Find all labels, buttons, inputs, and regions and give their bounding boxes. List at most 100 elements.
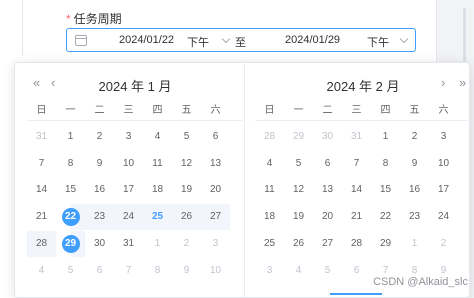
day-cell[interactable]: 12 (172, 151, 201, 177)
start-ampm-select[interactable]: 下午 (187, 34, 209, 50)
day-cell[interactable]: 14 (342, 177, 371, 203)
day-number: 13 (321, 184, 334, 196)
day-cell[interactable]: 23 (400, 204, 429, 230)
day-cell[interactable]: 9 (85, 151, 114, 177)
selected-end-day[interactable]: 29 (56, 230, 85, 257)
day-cell[interactable]: 28 (342, 231, 371, 257)
day-cell[interactable]: 13 (313, 177, 342, 203)
day-cell[interactable]: 12 (284, 177, 313, 203)
day-cell[interactable]: 8 (56, 151, 85, 177)
day-number: 11 (264, 184, 275, 196)
day-cell[interactable]: 15 (56, 177, 85, 203)
end-date-input[interactable]: 2024/01/29 (285, 34, 340, 46)
day-cell[interactable]: 21 (27, 204, 56, 230)
day-cell[interactable]: 3 (429, 124, 458, 150)
day-cell[interactable]: 10 (429, 151, 458, 177)
day-cell[interactable]: 11 (255, 177, 284, 203)
day-number: 25 (263, 237, 276, 249)
day-number: 16 (408, 184, 421, 196)
day-cell[interactable]: 2 (400, 124, 429, 150)
day-cell[interactable]: 16 (400, 177, 429, 203)
day-cell[interactable]: 2 (172, 231, 201, 257)
day-cell[interactable]: 31 (342, 124, 371, 150)
day-cell[interactable]: 24 (114, 204, 143, 231)
day-cell[interactable]: 29 (371, 231, 400, 257)
start-date-input[interactable]: 2024/01/22 (119, 34, 174, 46)
day-number: 28 (35, 237, 48, 249)
day-cell[interactable]: 5 (56, 258, 85, 284)
day-cell[interactable]: 22 (371, 204, 400, 230)
day-cell[interactable]: 3 (114, 124, 143, 150)
day-cell[interactable]: 5 (313, 258, 342, 284)
day-cell[interactable]: 8 (371, 151, 400, 177)
day-number: 19 (180, 184, 193, 196)
day-cell[interactable]: 2 (85, 124, 114, 150)
day-number: 22 (379, 211, 392, 223)
day-cell[interactable]: 4 (27, 258, 56, 284)
day-cell[interactable]: 26 (284, 231, 313, 257)
day-cell[interactable]: 1 (56, 124, 85, 150)
day-cell[interactable]: 17 (114, 177, 143, 203)
day-cell[interactable]: 7 (27, 151, 56, 177)
day-cell[interactable]: 28 (27, 230, 56, 257)
day-cell[interactable]: 4 (284, 258, 313, 284)
day-cell[interactable]: 20 (313, 204, 342, 230)
day-cell[interactable]: 8 (143, 258, 172, 284)
day-cell[interactable]: 27 (313, 231, 342, 257)
date-range-input[interactable]: 2024/01/22 下午 至 2024/01/29 下午 (66, 28, 416, 52)
day-cell[interactable]: 25 (255, 231, 284, 257)
day-cell[interactable]: 28 (255, 124, 284, 150)
day-cell[interactable]: 11 (143, 151, 172, 177)
day-cell[interactable]: 6 (313, 151, 342, 177)
day-cell[interactable]: 4 (255, 151, 284, 177)
day-cell[interactable]: 24 (429, 204, 458, 230)
day-cell[interactable]: 15 (371, 177, 400, 203)
day-cell[interactable]: 5 (172, 124, 201, 150)
day-cell[interactable]: 25 (143, 204, 172, 231)
day-cell[interactable]: 18 (143, 177, 172, 203)
day-cell[interactable]: 2 (429, 231, 458, 257)
day-cell[interactable]: 1 (371, 124, 400, 150)
day-cell[interactable]: 30 (85, 231, 114, 257)
chevron-down-icon[interactable] (221, 34, 231, 44)
day-cell[interactable]: 14 (27, 177, 56, 203)
day-cell[interactable]: 29 (284, 124, 313, 150)
day-cell[interactable]: 6 (342, 258, 371, 284)
day-cell[interactable]: 20 (201, 177, 230, 203)
day-cell[interactable]: 16 (85, 177, 114, 203)
day-cell[interactable]: 13 (201, 151, 230, 177)
day-cell[interactable]: 10 (201, 258, 230, 284)
day-cell[interactable]: 9 (400, 151, 429, 177)
day-cell[interactable]: 18 (255, 204, 284, 230)
day-cell[interactable]: 30 (313, 124, 342, 150)
day-number: 21 (35, 211, 48, 223)
day-cell[interactable]: 26 (172, 204, 201, 231)
day-cell[interactable]: 9 (172, 258, 201, 284)
day-number: 10 (209, 264, 222, 276)
day-cell[interactable]: 3 (255, 258, 284, 284)
day-cell[interactable]: 21 (342, 204, 371, 230)
selected-start-day[interactable]: 22 (56, 204, 85, 231)
day-number: 9 (183, 264, 190, 276)
day-cell[interactable]: 31 (27, 124, 56, 150)
end-ampm-select[interactable]: 下午 (367, 34, 389, 50)
day-cell[interactable]: 1 (400, 231, 429, 257)
day-cell[interactable]: 10 (114, 151, 143, 177)
day-cell[interactable]: 17 (429, 177, 458, 203)
chevron-down-icon[interactable] (399, 34, 409, 44)
day-cell[interactable]: 23 (85, 204, 114, 231)
month-title-left: 2024 年 1 月 (98, 79, 172, 94)
day-cell[interactable]: 6 (201, 124, 230, 150)
day-cell[interactable]: 3 (201, 231, 230, 257)
day-cell[interactable]: 4 (143, 124, 172, 150)
day-cell[interactable]: 27 (201, 204, 230, 231)
day-cell[interactable]: 5 (284, 151, 313, 177)
day-cell[interactable]: 19 (172, 177, 201, 203)
day-cell[interactable]: 1 (143, 231, 172, 257)
day-cell[interactable]: 31 (114, 231, 143, 257)
day-cell[interactable]: 19 (284, 204, 313, 230)
day-cell[interactable]: 7 (342, 151, 371, 177)
required-mark: * (66, 12, 71, 26)
day-cell[interactable]: 7 (114, 258, 143, 284)
day-cell[interactable]: 6 (85, 258, 114, 284)
